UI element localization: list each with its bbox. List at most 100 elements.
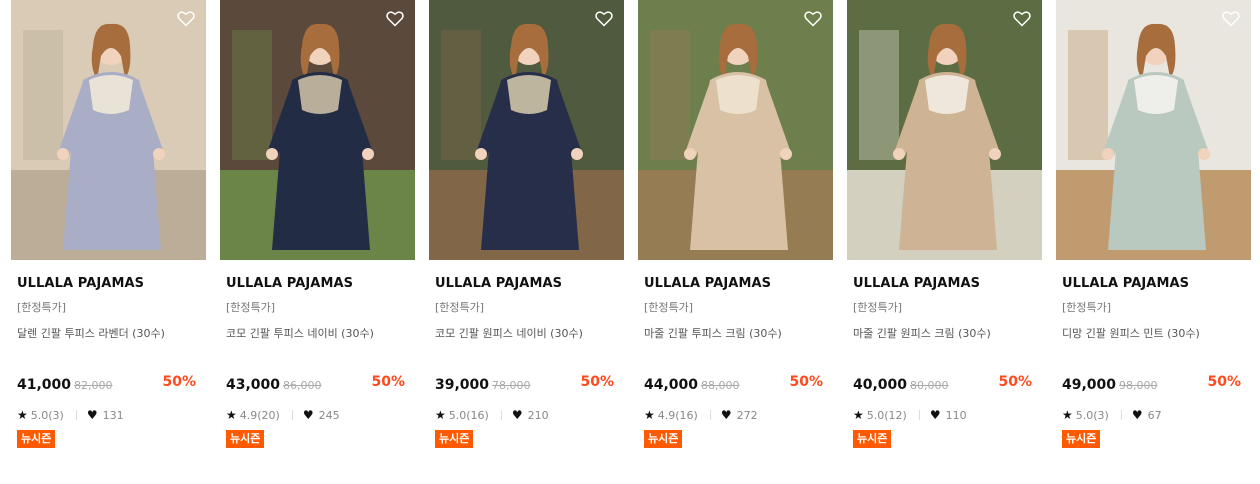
price-row: 49,000 98,000 50% — [1062, 374, 1245, 393]
brand-name[interactable]: ULLALA PAJAMAS — [853, 276, 1036, 291]
divider — [75, 410, 77, 420]
likes-count: 131 — [102, 408, 124, 422]
discount-rate: 50% — [1207, 374, 1241, 390]
original-price: 88,000 — [701, 379, 740, 392]
original-price: 78,000 — [492, 379, 531, 392]
discount-rate: 50% — [789, 374, 823, 390]
product-photo — [220, 0, 415, 260]
product-name[interactable]: 디망 긴팔 원피스 민트 (30수) — [1062, 325, 1245, 341]
discount-rate: 50% — [371, 374, 405, 390]
product-name[interactable]: 마줄 긴팔 원피스 크림 (30수) — [853, 325, 1036, 341]
product-photo — [1056, 0, 1251, 260]
rating-value: 5.0(3) — [1075, 408, 1109, 422]
sale-price: 40,000 — [853, 377, 908, 393]
rating-value: 5.0(16) — [448, 408, 489, 422]
rating-value: 4.9(16) — [657, 408, 698, 422]
star-icon: ★ — [435, 408, 446, 422]
original-price: 80,000 — [910, 379, 949, 392]
product-image[interactable] — [220, 0, 415, 260]
product-photo — [429, 0, 624, 260]
product-card[interactable]: ULLALA PAJAMAS [한정특가] 코모 긴팔 투피스 네이비 (30수… — [220, 0, 415, 470]
product-card[interactable]: ULLALA PAJAMAS [한정특가] 마줄 긴팔 투피스 크림 (30수)… — [638, 0, 833, 470]
promo-tag: [한정특가] — [17, 301, 67, 314]
product-image[interactable] — [1056, 0, 1251, 260]
likes-count: 272 — [736, 408, 758, 422]
brand-name[interactable]: ULLALA PAJAMAS — [1062, 276, 1245, 291]
price-row: 39,000 78,000 50% — [435, 374, 618, 393]
product-photo — [11, 0, 206, 260]
sale-price: 43,000 — [226, 377, 281, 393]
divider — [709, 410, 711, 420]
rating-value: 5.0(12) — [866, 408, 907, 422]
divider — [500, 410, 502, 420]
heart-icon: ♥ — [720, 408, 732, 422]
new-season-badge: 뉴시즌 — [17, 430, 56, 448]
product-image[interactable] — [11, 0, 206, 260]
promo-tag: [한정특가] — [435, 301, 485, 314]
star-icon: ★ — [226, 408, 237, 422]
discount-rate: 50% — [162, 374, 196, 390]
sale-price: 39,000 — [435, 377, 490, 393]
review-meta: ★ 5.0(3) ♥ 131 — [17, 408, 200, 422]
product-card[interactable]: ULLALA PAJAMAS [한정특가] 마줄 긴팔 원피스 크림 (30수)… — [847, 0, 1042, 470]
heart-icon: ♥ — [511, 408, 523, 422]
wishlist-heart-icon[interactable] — [176, 8, 196, 28]
star-icon: ★ — [1062, 408, 1073, 422]
promo-tag: [한정특가] — [853, 301, 903, 314]
likes-count: 245 — [318, 408, 340, 422]
sale-price: 44,000 — [644, 377, 699, 393]
sale-price: 49,000 — [1062, 377, 1117, 393]
price-row: 40,000 80,000 50% — [853, 374, 1036, 393]
star-icon: ★ — [644, 408, 655, 422]
brand-name[interactable]: ULLALA PAJAMAS — [435, 276, 618, 291]
review-meta: ★ 5.0(3) ♥ 67 — [1062, 408, 1245, 422]
product-name[interactable]: 달렌 긴팔 투피스 라벤더 (30수) — [17, 325, 200, 341]
likes-count: 210 — [527, 408, 549, 422]
discount-rate: 50% — [998, 374, 1032, 390]
review-meta: ★ 5.0(12) ♥ 110 — [853, 408, 1036, 422]
likes-count: 67 — [1147, 408, 1162, 422]
brand-name[interactable]: ULLALA PAJAMAS — [644, 276, 827, 291]
promo-tag: [한정특가] — [644, 301, 694, 314]
review-meta: ★ 4.9(20) ♥ 245 — [226, 408, 409, 422]
product-grid: ULLALA PAJAMAS [한정특가] 달렌 긴팔 투피스 라벤더 (30수… — [0, 0, 1260, 484]
heart-icon: ♥ — [86, 408, 98, 422]
product-card[interactable]: ULLALA PAJAMAS [한정특가] 코모 긴팔 원피스 네이비 (30수… — [429, 0, 624, 470]
new-season-badge: 뉴시즌 — [435, 430, 474, 448]
new-season-badge: 뉴시즌 — [644, 430, 683, 448]
price-row: 44,000 88,000 50% — [644, 374, 827, 393]
star-icon: ★ — [17, 408, 28, 422]
original-price: 86,000 — [283, 379, 322, 392]
price-row: 41,000 82,000 50% — [17, 374, 200, 393]
new-season-badge: 뉴시즌 — [226, 430, 265, 448]
divider — [291, 410, 293, 420]
review-meta: ★ 4.9(16) ♥ 272 — [644, 408, 827, 422]
wishlist-heart-icon[interactable] — [385, 8, 405, 28]
product-card[interactable]: ULLALA PAJAMAS [한정특가] 달렌 긴팔 투피스 라벤더 (30수… — [11, 0, 206, 470]
heart-icon: ♥ — [1131, 408, 1143, 422]
wishlist-heart-icon[interactable] — [1221, 8, 1241, 28]
product-image[interactable] — [847, 0, 1042, 260]
product-name[interactable]: 코모 긴팔 원피스 네이비 (30수) — [435, 325, 618, 341]
product-name[interactable]: 코모 긴팔 투피스 네이비 (30수) — [226, 325, 409, 341]
product-image[interactable] — [638, 0, 833, 260]
likes-count: 110 — [945, 408, 967, 422]
wishlist-heart-icon[interactable] — [594, 8, 614, 28]
product-card[interactable]: ULLALA PAJAMAS [한정특가] 디망 긴팔 원피스 민트 (30수)… — [1056, 0, 1251, 470]
product-name[interactable]: 마줄 긴팔 투피스 크림 (30수) — [644, 325, 827, 341]
original-price: 82,000 — [74, 379, 113, 392]
new-season-badge: 뉴시즌 — [1062, 430, 1101, 448]
wishlist-heart-icon[interactable] — [803, 8, 823, 28]
product-image[interactable] — [429, 0, 624, 260]
wishlist-heart-icon[interactable] — [1012, 8, 1032, 28]
price-row: 43,000 86,000 50% — [226, 374, 409, 393]
original-price: 98,000 — [1119, 379, 1158, 392]
brand-name[interactable]: ULLALA PAJAMAS — [226, 276, 409, 291]
product-photo — [638, 0, 833, 260]
sale-price: 41,000 — [17, 377, 72, 393]
brand-name[interactable]: ULLALA PAJAMAS — [17, 276, 200, 291]
heart-icon: ♥ — [929, 408, 941, 422]
heart-icon: ♥ — [302, 408, 314, 422]
review-meta: ★ 5.0(16) ♥ 210 — [435, 408, 618, 422]
promo-tag: [한정특가] — [1062, 301, 1112, 314]
